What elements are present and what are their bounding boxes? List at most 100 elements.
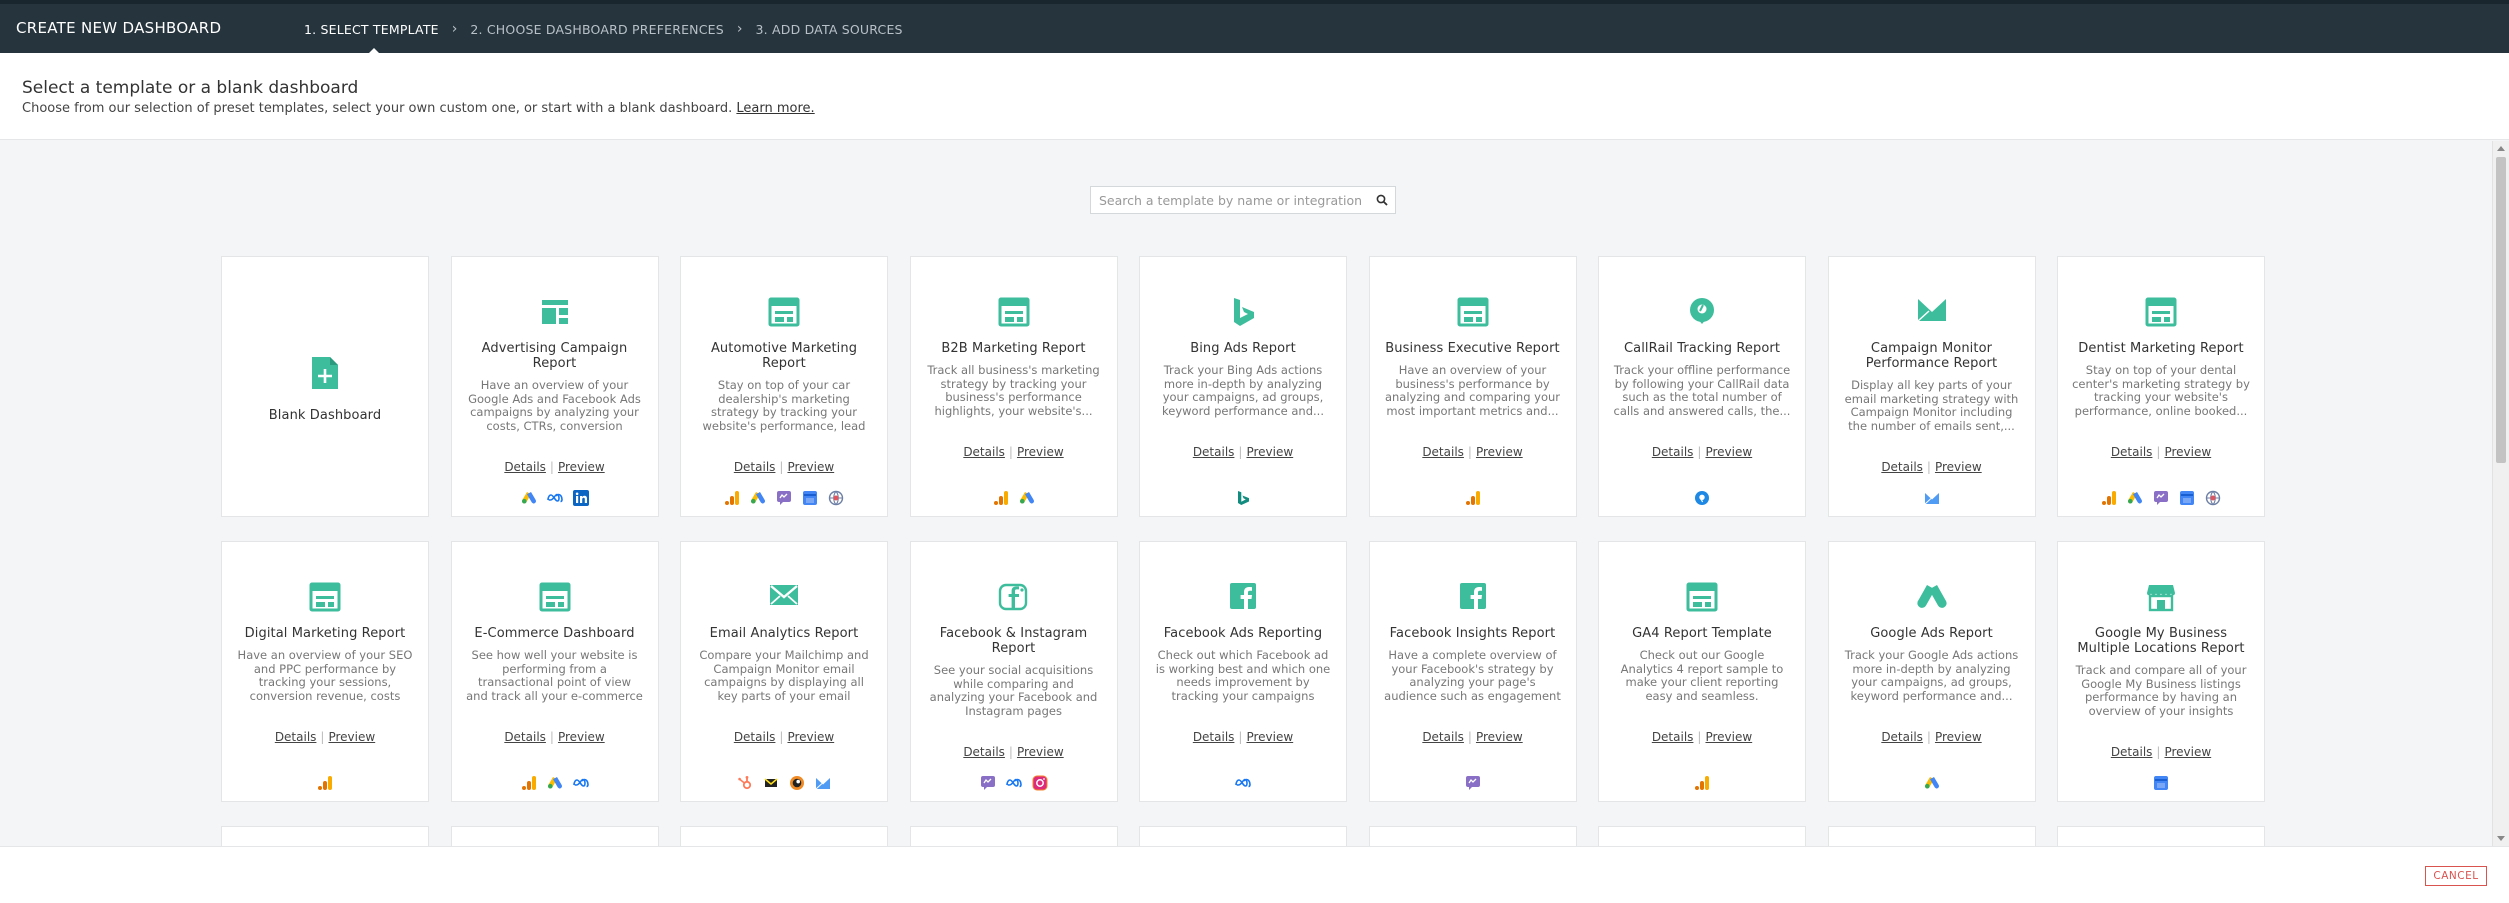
template-card[interactable]: Campaign Monitor Performance Report Displ… bbox=[1827, 256, 2036, 517]
footer-bar: CANCEL bbox=[0, 846, 2509, 903]
intro-section: Select a template or a blank dashboard C… bbox=[0, 53, 2509, 140]
preview-link[interactable]: Preview bbox=[328, 730, 375, 744]
separator: | bbox=[1008, 445, 1013, 459]
template-card[interactable]: Advertising Campaign Report Have an overv… bbox=[450, 256, 659, 517]
template-card[interactable]: E-Commerce Dashboard See how well your we… bbox=[450, 541, 659, 802]
template-card[interactable]: B2B Marketing Report Track all business's… bbox=[909, 256, 1118, 517]
preview-link[interactable]: Preview bbox=[1476, 730, 1523, 744]
step-select-template[interactable]: 1. SELECT TEMPLATE bbox=[304, 22, 439, 56]
preview-link[interactable]: Preview bbox=[1705, 445, 1752, 459]
details-link[interactable]: Details bbox=[1422, 730, 1464, 744]
template-card[interactable] bbox=[450, 826, 659, 846]
details-link[interactable]: Details bbox=[504, 730, 546, 744]
template-card[interactable]: GA4 Report Template Check out our Google … bbox=[1598, 541, 1806, 802]
blank-dashboard-card[interactable]: Blank Dashboard bbox=[221, 256, 429, 517]
preview-link[interactable]: Preview bbox=[1476, 445, 1523, 459]
separator: | bbox=[1926, 730, 1931, 744]
scrollbar-thumb[interactable] bbox=[2496, 157, 2506, 463]
template-card[interactable] bbox=[1827, 826, 2036, 846]
card-links: Details | Preview bbox=[1370, 730, 1576, 744]
preview-link[interactable]: Preview bbox=[787, 460, 834, 474]
details-link[interactable]: Details bbox=[1422, 445, 1464, 459]
card-title: Google My Business Multiple Locations Re… bbox=[2077, 626, 2245, 656]
template-card[interactable]: Automotive Marketing Report Stay on top o… bbox=[680, 256, 888, 517]
scroll-down-icon[interactable] bbox=[2497, 836, 2505, 841]
separator: | bbox=[779, 460, 784, 474]
template-card[interactable] bbox=[1139, 826, 1347, 846]
wizard-steps: 1. SELECT TEMPLATE › 2. CHOOSE DASHBOARD… bbox=[304, 21, 903, 56]
template-icon bbox=[1599, 582, 1805, 612]
details-link[interactable]: Details bbox=[1193, 445, 1235, 459]
google-analytics-icon bbox=[2101, 490, 2117, 506]
template-card[interactable] bbox=[1368, 826, 1577, 846]
vertical-scrollbar[interactable] bbox=[2492, 141, 2509, 846]
details-link[interactable]: Details bbox=[1881, 730, 1923, 744]
details-link[interactable]: Details bbox=[734, 460, 776, 474]
preview-link[interactable]: Preview bbox=[1935, 460, 1982, 474]
details-link[interactable]: Details bbox=[1193, 730, 1235, 744]
template-card[interactable] bbox=[680, 826, 888, 846]
search-button[interactable] bbox=[1369, 187, 1395, 213]
details-link[interactable]: Details bbox=[1652, 730, 1694, 744]
intro-text: Choose from our selection of preset temp… bbox=[22, 101, 815, 116]
template-card[interactable]: Email Analytics Report Compare your Mailc… bbox=[680, 541, 888, 802]
details-link[interactable]: Details bbox=[963, 445, 1005, 459]
callrail-icon bbox=[1694, 490, 1710, 506]
circle-icon bbox=[789, 775, 805, 791]
template-card[interactable]: Digital Marketing Report Have an overview… bbox=[221, 541, 429, 802]
template-card[interactable]: Google My Business Multiple Locations Re… bbox=[2057, 541, 2265, 802]
template-scroll-area[interactable]: Blank Dashboard Advertising Campaign Rep… bbox=[0, 141, 2509, 846]
template-card[interactable]: Business Executive Report Have an overvie… bbox=[1368, 256, 1577, 517]
template-card[interactable] bbox=[2057, 826, 2265, 846]
template-card[interactable]: Google Ads Report Track your Google Ads a… bbox=[1827, 541, 2036, 802]
integration-icons bbox=[1140, 775, 1346, 791]
separator: | bbox=[1467, 445, 1472, 459]
template-card[interactable] bbox=[221, 826, 429, 846]
details-link[interactable]: Details bbox=[1652, 445, 1694, 459]
integration-icons bbox=[1370, 490, 1576, 506]
template-card[interactable]: Facebook Insights Report Have a complete … bbox=[1368, 541, 1577, 802]
integration-icons bbox=[1829, 490, 2035, 506]
template-card[interactable]: Bing Ads Report Track your Bing Ads actio… bbox=[1139, 256, 1347, 517]
card-links: Details | Preview bbox=[2058, 745, 2264, 759]
template-card[interactable]: Facebook Ads Reporting Check out which Fa… bbox=[1139, 541, 1347, 802]
integration-icons bbox=[1370, 775, 1576, 791]
details-link[interactable]: Details bbox=[504, 460, 546, 474]
separator: | bbox=[549, 730, 554, 744]
preview-link[interactable]: Preview bbox=[2164, 745, 2211, 759]
details-link[interactable]: Details bbox=[2111, 745, 2153, 759]
preview-link[interactable]: Preview bbox=[1246, 445, 1293, 459]
search-input[interactable] bbox=[1091, 187, 1369, 213]
template-search bbox=[1090, 186, 1396, 214]
details-link[interactable]: Details bbox=[2111, 445, 2153, 459]
integration-icons bbox=[1599, 775, 1805, 791]
scroll-up-icon[interactable] bbox=[2497, 146, 2505, 151]
card-links: Details | Preview bbox=[1599, 445, 1805, 459]
preview-link[interactable]: Preview bbox=[1017, 745, 1064, 759]
details-link[interactable]: Details bbox=[734, 730, 776, 744]
email-icon bbox=[681, 582, 887, 612]
template-card[interactable]: CallRail Tracking Report Track your offli… bbox=[1598, 256, 1806, 517]
chevron-right-icon: › bbox=[451, 21, 458, 37]
preview-link[interactable]: Preview bbox=[1017, 445, 1064, 459]
preview-link[interactable]: Preview bbox=[1935, 730, 1982, 744]
template-card[interactable] bbox=[1598, 826, 1806, 846]
learn-more-link[interactable]: Learn more. bbox=[736, 101, 814, 116]
template-card[interactable] bbox=[909, 826, 1118, 846]
card-title: GA4 Report Template bbox=[1632, 626, 1772, 641]
details-link[interactable]: Details bbox=[275, 730, 317, 744]
preview-link[interactable]: Preview bbox=[1705, 730, 1752, 744]
meta-icon bbox=[572, 775, 589, 791]
preview-link[interactable]: Preview bbox=[787, 730, 834, 744]
step-add-data-sources[interactable]: 3. ADD DATA SOURCES bbox=[756, 22, 903, 37]
preview-link[interactable]: Preview bbox=[558, 460, 605, 474]
preview-link[interactable]: Preview bbox=[558, 730, 605, 744]
template-card[interactable]: Dentist Marketing Report Stay on top of y… bbox=[2057, 256, 2265, 517]
preview-link[interactable]: Preview bbox=[2164, 445, 2211, 459]
details-link[interactable]: Details bbox=[963, 745, 1005, 759]
cancel-button[interactable]: CANCEL bbox=[2425, 866, 2487, 886]
template-card[interactable]: Facebook & Instagram Report See your soci… bbox=[909, 541, 1118, 802]
step-choose-preferences[interactable]: 2. CHOOSE DASHBOARD PREFERENCES bbox=[470, 22, 724, 37]
details-link[interactable]: Details bbox=[1881, 460, 1923, 474]
preview-link[interactable]: Preview bbox=[1246, 730, 1293, 744]
